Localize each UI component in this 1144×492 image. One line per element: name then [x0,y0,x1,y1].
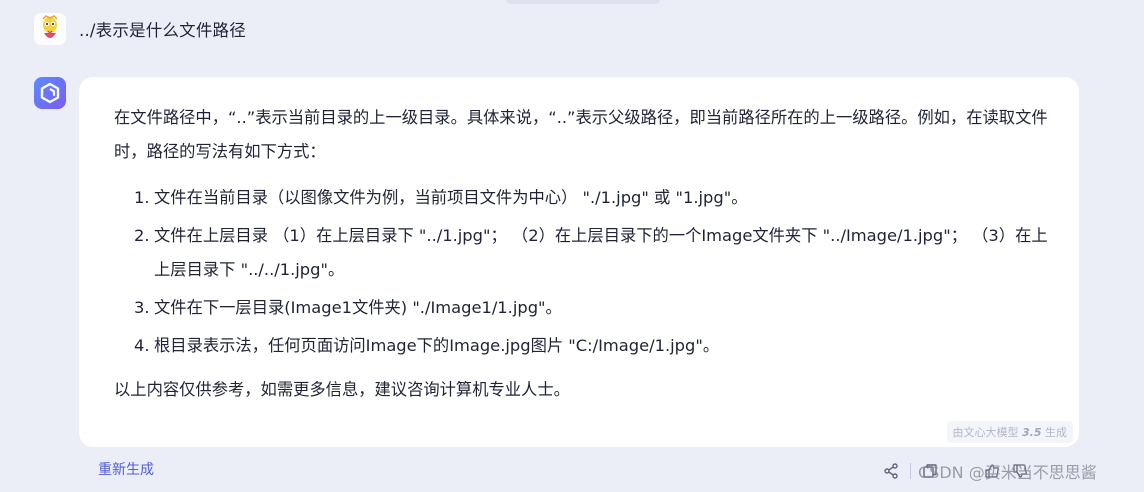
list-item: 2. 文件在上层目录 （1）在上层目录下 "../1.jpg"； （2）在上层目… [114,219,1059,287]
list-item-text: 文件在下一层目录(Image1文件夹) "./Image1/1.jpg"。 [154,298,562,317]
user-avatar-image [42,15,58,38]
regenerate-button[interactable]: 重新生成 [98,459,154,479]
assistant-logo-icon [40,82,60,104]
list-item: 3. 文件在下一层目录(Image1文件夹) "./Image1/1.jpg"。 [114,291,1059,325]
user-message-text: ../表示是什么文件路径 [79,21,246,40]
list-item-text: 文件在上层目录 （1）在上层目录下 "../1.jpg"； （2）在上层目录下的… [154,226,1048,279]
badge-prefix: 由文心大模型 [952,426,1019,439]
answer-intro: 在文件路径中，“..”表示当前目录的上一级目录。具体来说，“..”表示父级路径，… [114,108,1048,161]
answer-outro: 以上内容仅供参考，如需更多信息，建议咨询计算机专业人士。 [114,380,570,399]
share-icon[interactable] [880,460,902,482]
generated-by-badge: 由文心大模型 3.5 生成 [946,421,1073,443]
actions-divider [910,463,911,479]
badge-version: 3.5 [1022,426,1042,439]
list-item-number: 3. [134,298,150,317]
assistant-avatar [34,77,66,109]
answer-body: 在文件路径中，“..”表示当前目录的上一级目录。具体来说，“..”表示父级路径，… [114,101,1059,407]
list-item-number: 4. [134,336,150,355]
user-message-row: ../表示是什么文件路径 [34,12,246,46]
list-item: 4. 根目录表示法，任何页面访问Image下的Image.jpg图片 "C:/I… [114,329,1059,363]
list-item: 1. 文件在当前目录（以图像文件为例，当前项目文件为中心） "./1.jpg" … [114,181,1059,215]
list-item-number: 2. [134,226,150,245]
list-item-text: 文件在当前目录（以图像文件为例，当前项目文件为中心） "./1.jpg" 或 "… [154,188,748,207]
user-avatar [34,13,66,45]
list-item-text: 根目录表示法，任何页面访问Image下的Image.jpg图片 "C:/Imag… [154,336,720,355]
watermark: CSDN @买米当不思思酱 [918,463,1097,482]
badge-suffix: 生成 [1045,426,1067,439]
top-tab-indicator [506,0,660,4]
answer-card: 在文件路径中，“..”表示当前目录的上一级目录。具体来说，“..”表示父级路径，… [79,77,1079,447]
answer-list: 1. 文件在当前目录（以图像文件为例，当前项目文件为中心） "./1.jpg" … [114,181,1059,363]
list-item-number: 1. [134,188,150,207]
